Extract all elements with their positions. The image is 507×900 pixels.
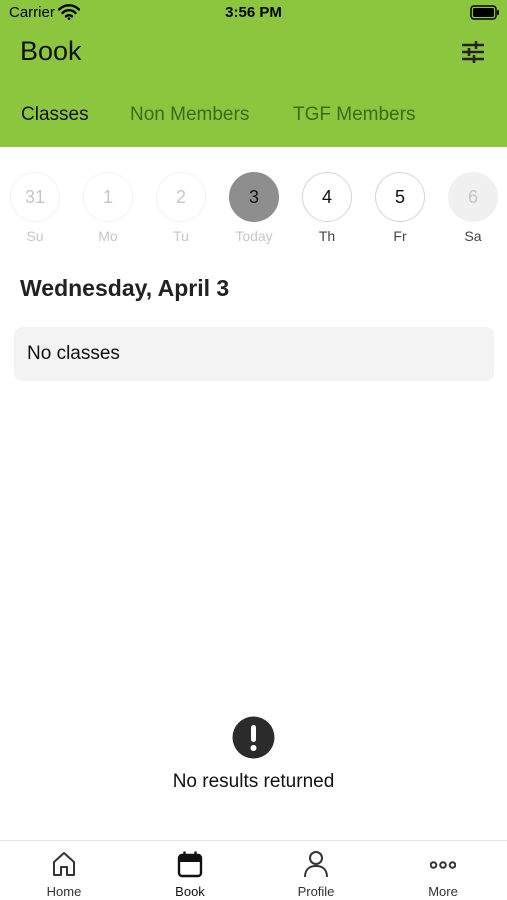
nav-label: More	[428, 884, 458, 899]
day-picker: 31 Su 1 Mo 2 Tu 3 Today 4 Th 5 Fr 6 Sa	[0, 172, 507, 248]
day-sa[interactable]: 6 Sa	[447, 172, 499, 244]
day-fr[interactable]: 5 Fr	[374, 172, 426, 244]
filter-icon[interactable]	[460, 40, 486, 64]
no-classes-card: No classes	[14, 327, 494, 381]
day-number: 6	[448, 172, 498, 222]
nav-home[interactable]: Home	[1, 841, 127, 900]
calendar-icon	[177, 851, 203, 878]
day-number: 3	[229, 172, 279, 222]
more-icon	[430, 861, 456, 869]
day-su[interactable]: 31 Su	[9, 172, 61, 244]
day-number: 2	[156, 172, 206, 222]
day-number: 1	[83, 172, 133, 222]
battery-icon	[470, 5, 499, 20]
day-number: 5	[375, 172, 425, 222]
status-bar: Carrier 3:56 PM	[0, 0, 507, 26]
tab-tgf-members[interactable]: TGF Members	[293, 104, 415, 126]
day-tu[interactable]: 2 Tu	[155, 172, 207, 244]
tab-classes[interactable]: Classes	[21, 104, 89, 126]
nav-book[interactable]: Book	[127, 841, 253, 900]
nav-label: Profile	[297, 884, 335, 899]
no-results-text: No results returned	[172, 771, 335, 792]
day-label: Today	[235, 228, 273, 244]
no-classes-text: No classes	[27, 343, 120, 364]
day-th[interactable]: 4 Th	[301, 172, 353, 244]
day-label: Th	[318, 228, 336, 244]
profile-icon	[304, 851, 328, 878]
bottom-nav: Home Book Profile More	[0, 840, 507, 900]
day-label: Mo	[98, 228, 118, 244]
day-label: Su	[26, 228, 44, 244]
date-heading: Wednesday, April 3	[20, 275, 230, 301]
nav-label: Book	[175, 884, 205, 899]
day-today[interactable]: 3 Today	[228, 172, 280, 244]
day-label: Tu	[173, 228, 189, 244]
page-title: Book	[20, 36, 82, 66]
day-mo[interactable]: 1 Mo	[82, 172, 134, 244]
nav-more[interactable]: More	[380, 841, 506, 900]
header: Carrier 3:56 PM Book Classes Non Members…	[0, 0, 507, 147]
tab-bar-top: Classes Non Members TGF Members	[0, 100, 507, 132]
day-label: Fr	[393, 228, 407, 244]
day-label: Sa	[464, 228, 482, 244]
day-number: 31	[10, 172, 60, 222]
home-icon	[53, 852, 75, 876]
day-number: 4	[302, 172, 352, 222]
status-time: 3:56 PM	[225, 4, 282, 21]
nav-profile[interactable]: Profile	[253, 841, 379, 900]
tab-non-members[interactable]: Non Members	[130, 104, 249, 126]
alert-icon	[232, 716, 275, 759]
nav-label: Home	[46, 884, 82, 899]
